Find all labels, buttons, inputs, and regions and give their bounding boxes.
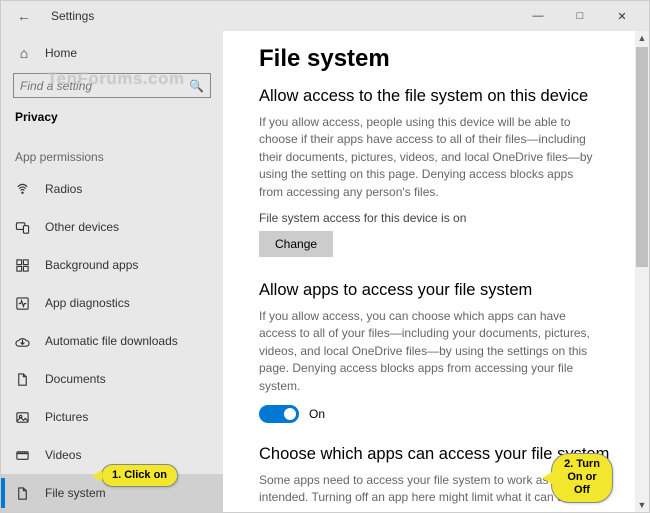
sidebar-heading: Privacy — [1, 108, 223, 136]
search-input[interactable] — [20, 79, 189, 93]
sidebar-item-pictures[interactable]: Pictures — [1, 398, 223, 436]
pictures-icon — [15, 410, 33, 425]
titlebar: ← Settings — □ ✕ — [1, 1, 649, 31]
section2-title: Allow apps to access your file system — [259, 281, 623, 300]
radios-icon — [15, 182, 33, 197]
scrollbar[interactable]: ▲ ▼ — [635, 31, 649, 512]
diagnostics-icon — [15, 296, 33, 311]
page-title: File system — [259, 45, 623, 73]
sidebar-item-label: Radios — [45, 182, 82, 196]
annotation-2: 2. Turn On or Off — [551, 453, 613, 503]
close-button[interactable]: ✕ — [601, 1, 643, 31]
background-apps-icon — [15, 258, 33, 273]
section1-status: File system access for this device is on — [259, 211, 623, 225]
sidebar-item-other-devices[interactable]: Other devices — [1, 208, 223, 246]
sidebar-item-label: Automatic file downloads — [45, 334, 178, 348]
sidebar-item-downloads[interactable]: Automatic file downloads — [1, 322, 223, 360]
other-devices-icon — [15, 220, 33, 235]
sidebar-item-documents[interactable]: Documents — [1, 360, 223, 398]
sidebar-item-label: Documents — [45, 372, 106, 386]
sidebar: ⌂ Home 🔍 Privacy App permissions Radios … — [1, 31, 223, 512]
window-title: Settings — [51, 9, 94, 23]
sidebar-item-background-apps[interactable]: Background apps — [1, 246, 223, 284]
annotation-1: 1. Click on — [101, 464, 178, 487]
videos-icon — [15, 448, 33, 463]
file-system-icon — [15, 486, 33, 501]
sidebar-home[interactable]: ⌂ Home — [1, 39, 223, 67]
home-label: Home — [45, 46, 77, 60]
document-icon — [15, 372, 33, 387]
sidebar-item-label: Videos — [45, 448, 81, 462]
allow-apps-toggle[interactable] — [259, 405, 299, 423]
search-box[interactable]: 🔍 — [13, 73, 211, 98]
maximize-button[interactable]: □ — [559, 1, 601, 31]
back-icon[interactable]: ← — [11, 8, 37, 24]
scroll-up-icon[interactable]: ▲ — [635, 31, 649, 45]
sidebar-item-label: App diagnostics — [45, 296, 130, 310]
sidebar-item-label: File system — [45, 486, 106, 500]
change-button[interactable]: Change — [259, 231, 333, 257]
nav-list: Radios Other devices Background apps App… — [1, 170, 223, 512]
sidebar-item-diagnostics[interactable]: App diagnostics — [1, 284, 223, 322]
scrollbar-thumb[interactable] — [636, 47, 648, 267]
allow-apps-toggle-label: On — [309, 407, 325, 421]
home-icon: ⌂ — [15, 45, 33, 61]
sidebar-subheading: App permissions — [1, 136, 223, 170]
section1-desc: If you allow access, people using this d… — [259, 114, 599, 201]
search-icon: 🔍 — [189, 79, 204, 93]
scroll-down-icon[interactable]: ▼ — [635, 498, 649, 512]
main-panel: File system Allow access to the file sys… — [223, 31, 649, 512]
sidebar-item-radios[interactable]: Radios — [1, 170, 223, 208]
sidebar-item-label: Background apps — [45, 258, 138, 272]
section1-title: Allow access to the file system on this … — [259, 87, 623, 106]
section2-desc: If you allow access, you can choose whic… — [259, 308, 599, 395]
download-icon — [15, 334, 33, 349]
sidebar-item-label: Other devices — [45, 220, 119, 234]
sidebar-item-label: Pictures — [45, 410, 88, 424]
minimize-button[interactable]: — — [517, 1, 559, 31]
